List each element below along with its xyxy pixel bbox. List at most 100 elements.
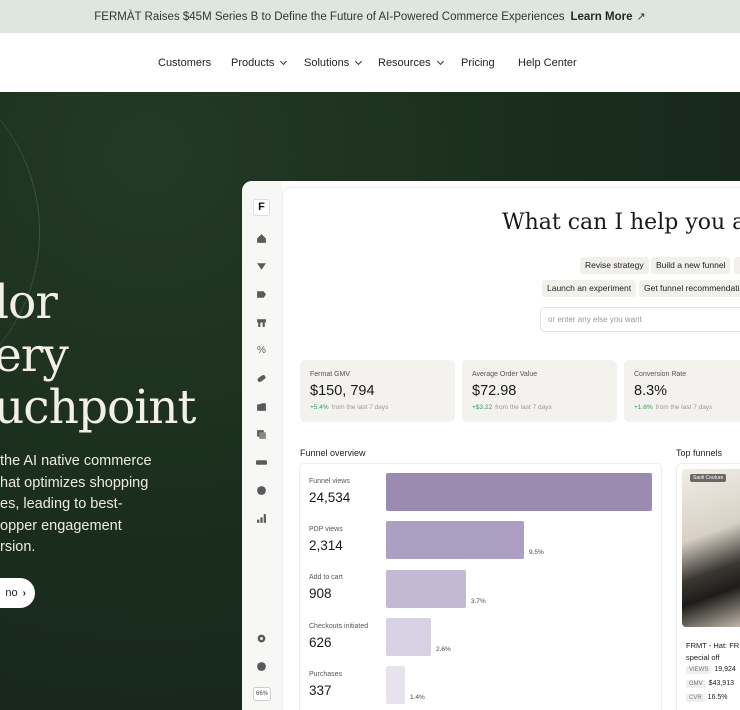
stat-change-value: +5.4% xyxy=(310,404,329,411)
metric-views: VIEWS 19,924 xyxy=(686,666,736,674)
stat-card-conversion: Conversion Rate 8.3% +1.6% from the last … xyxy=(624,360,740,422)
percent-icon[interactable]: % xyxy=(256,345,267,356)
layers-icon[interactable] xyxy=(256,429,267,440)
stat-value: $72.98 xyxy=(472,383,517,399)
chevron-down-icon xyxy=(280,57,288,66)
funnel-step-pct: 2.6% xyxy=(436,646,451,653)
chip-launch-experiment[interactable]: Launch an experiment xyxy=(542,280,637,297)
stat-change-value: +1.6% xyxy=(634,404,653,411)
product-name: FRMT - Hat: FR sale special off xyxy=(686,641,740,662)
funnel-icon[interactable] xyxy=(256,261,267,272)
funnel-bar xyxy=(386,666,405,704)
funnel-step-value: 908 xyxy=(309,586,332,601)
top-funnels-title: Top funnels xyxy=(676,448,723,458)
funnel-bar xyxy=(386,570,466,608)
stat-change-value: +$3.22 xyxy=(472,404,493,411)
funnel-step-label: Purchases xyxy=(309,671,343,678)
pie-icon[interactable] xyxy=(256,485,267,496)
tag-icon[interactable] xyxy=(256,289,267,300)
ai-prompt-question: What can I help you acc xyxy=(502,210,740,235)
chip-build-funnel[interactable]: Build a new funnel xyxy=(651,257,731,274)
nav-pricing[interactable]: Pricing xyxy=(461,57,495,69)
funnel-step-value: 337 xyxy=(309,683,332,698)
nav-resources[interactable]: Resources xyxy=(378,57,444,69)
banner-text: FERMÀT Raises $45M Series B to Define th… xyxy=(94,10,565,23)
funnel-step-value: 24,534 xyxy=(309,490,351,505)
chip-funnel-recommendations[interactable]: Get funnel recommendatio xyxy=(639,280,740,297)
stat-label: Average Order Value xyxy=(472,371,538,378)
funnel-step-label: Add to cart xyxy=(309,574,343,581)
funnel-bar xyxy=(386,473,652,511)
fermat-logo: F xyxy=(253,199,270,216)
nav-solutions-label: Solutions xyxy=(304,57,350,69)
funnel-step-pct: 1.4% xyxy=(410,694,425,701)
metric-key: VIEWS xyxy=(686,666,712,674)
settings-icon[interactable] xyxy=(256,633,267,644)
brand-badge: Saoli Couture xyxy=(690,474,727,482)
nav-customers[interactable]: Customers xyxy=(158,57,211,69)
chip-revise-strategy[interactable]: Revise strategy xyxy=(580,257,649,274)
bar-chart-icon[interactable] xyxy=(256,513,267,524)
hero-subtext-line-2: hat optimizes shopping xyxy=(0,475,149,491)
nav-help-label: Help Center xyxy=(518,57,577,69)
metric-key: GMV xyxy=(686,680,706,688)
hero-subtext-line-3: es, leading to best- xyxy=(0,496,123,512)
demo-button-label: no xyxy=(5,587,18,599)
main-nav: Customers Products Solutions Resources P… xyxy=(0,33,740,92)
metric-cvr: CVR 16.5% xyxy=(686,694,728,702)
hero-headline-line-1: lor xyxy=(0,275,58,330)
stat-change: +1.6% from the last 7 days xyxy=(634,404,712,411)
nav-solutions[interactable]: Solutions xyxy=(304,57,363,69)
funnel-bar xyxy=(386,618,431,656)
stat-value: $150, 794 xyxy=(310,383,375,399)
hero-headline-line-3: uchpoint xyxy=(0,380,196,435)
nav-products[interactable]: Products xyxy=(231,57,288,69)
zoom-level[interactable]: 66% xyxy=(253,687,271,701)
funnel-step-label: Funnel views xyxy=(309,478,350,485)
stat-change-note: from the last 7 days xyxy=(331,404,389,411)
link-icon[interactable] xyxy=(256,373,267,384)
nav-help-center[interactable]: Help Center xyxy=(518,57,577,69)
nav-customers-label: Customers xyxy=(158,57,212,69)
hero-section: lor ery uchpoint the AI native commerce … xyxy=(0,92,740,710)
nav-resources-label: Resources xyxy=(378,57,431,69)
funnel-step-label: Checkouts initiated xyxy=(309,623,369,630)
metric-gmv: GMV $43,913 xyxy=(686,680,734,688)
learn-more-link[interactable]: Learn More xyxy=(570,11,632,23)
app-sidebar: F % 66% xyxy=(242,181,282,710)
stat-change-note: from the last 7 days xyxy=(495,404,552,411)
announcement-banner[interactable]: FERMÀT Raises $45M Series B to Define th… xyxy=(0,0,740,33)
chevron-down-icon xyxy=(355,57,363,66)
funnel-bar xyxy=(386,521,524,559)
metric-value: 19,924 xyxy=(714,666,736,673)
account-icon[interactable] xyxy=(256,661,267,672)
chevron-down-icon xyxy=(436,57,444,66)
store-icon[interactable] xyxy=(256,317,267,328)
stat-card-gmv: Fermat GMV $150, 794 +5.4% from the last … xyxy=(300,360,455,422)
folder-icon[interactable] xyxy=(256,401,267,412)
funnel-step-value: 2,314 xyxy=(309,538,343,553)
stat-change: +5.4% from the last 7 days xyxy=(310,404,388,411)
funnel-step-pct: 9.5% xyxy=(529,549,544,556)
stat-label: Fermat GMV xyxy=(310,371,351,378)
book-demo-button[interactable]: no › xyxy=(0,578,35,608)
stat-value: 8.3% xyxy=(634,383,668,399)
metric-value: 16.5% xyxy=(707,694,728,701)
stat-change: +$3.22 from the last 7 days xyxy=(472,404,552,411)
chevron-right-icon: › xyxy=(22,587,26,599)
hero-subtext-line-4: opper engagement xyxy=(0,518,122,534)
arrow-up-right-icon: ↗ xyxy=(636,11,646,23)
prompt-input[interactable]: or enter any else you want xyxy=(540,307,740,332)
funnel-overview-title: Funnel overview xyxy=(300,448,366,458)
chip-more[interactable] xyxy=(734,257,740,274)
metric-value: $43,913 xyxy=(708,680,734,687)
hero-subtext-line-1: the AI native commerce xyxy=(0,453,152,469)
ticket-icon[interactable] xyxy=(256,457,267,468)
top-funnel-card[interactable]: Saoli Couture FRMT - Hat: FR sale specia… xyxy=(676,463,740,710)
metric-key: CVR xyxy=(686,694,705,702)
funnel-step-pct: 3.7% xyxy=(471,598,486,605)
stat-label: Conversion Rate xyxy=(634,371,687,378)
stat-change-note: from the last 7 days xyxy=(655,404,713,411)
home-icon[interactable] xyxy=(256,233,267,244)
nav-products-label: Products xyxy=(231,57,275,69)
